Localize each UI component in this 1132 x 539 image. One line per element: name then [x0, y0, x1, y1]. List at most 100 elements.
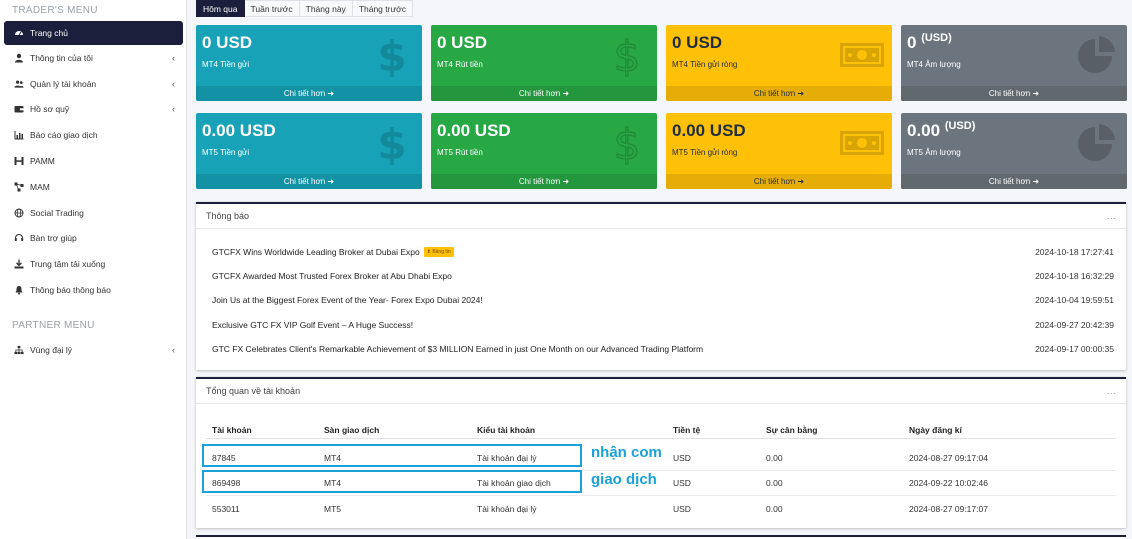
- sidebar-item-accounts[interactable]: Quản lý tài khoản ‹: [4, 71, 183, 97]
- highlight-box: [202, 470, 582, 493]
- card-mt5-net-deposit: 0.00 USD MT5 Tiền gửi ròng Chi tiết hơn …: [666, 113, 892, 189]
- panel-menu-button[interactable]: ...: [1107, 204, 1116, 229]
- notice-title-text: GTCFX Wins Worldwide Leading Broker at D…: [212, 246, 420, 257]
- sidebar-item-download-center[interactable]: Trung tâm tải xuống: [4, 251, 183, 277]
- notice-item[interactable]: Exclusive GTC FX VIP Golf Event – A Huge…: [212, 318, 1114, 332]
- sidebar-item-trade-report[interactable]: Báo cáo giao dịch: [4, 122, 183, 148]
- notice-date: 2024-10-04 19:59:51: [1035, 295, 1114, 305]
- sidebar-item-my-info[interactable]: Thông tin của tôi ‹: [4, 45, 183, 71]
- table-header: Tài khoản Sàn giao dịch Kiểu tài khoản T…: [206, 421, 1116, 439]
- sidebar-item-label: Thông tin của tôi: [30, 52, 93, 63]
- traders-menu: Trang chủ Thông tin của tôi ‹ Quản lý tà…: [4, 21, 183, 303]
- sidebar-item-label: Social Trading: [30, 207, 84, 218]
- sidebar-item-mam[interactable]: MAM: [4, 174, 183, 200]
- sidebar-item-social-trading[interactable]: Social Trading: [4, 200, 183, 226]
- sidebar-item-notifications[interactable]: Thông báo thông báo: [4, 277, 183, 303]
- partner-menu-title: PARTNER MENU: [12, 320, 95, 331]
- notice-title: GTC FX Celebrates Client's Remarkable Ac…: [212, 344, 704, 354]
- notice-title: GTCFX Awarded Most Trusted Forex Broker …: [212, 271, 452, 281]
- column-header[interactable]: Kiểu tài khoản: [477, 425, 673, 435]
- pie-chart-icon: [1078, 36, 1115, 73]
- arrow-circle-right-icon: ➜: [327, 89, 335, 98]
- card-mt4-withdraw: 0 USD MT4 Rút tiền $ Chi tiết hơn ➜: [431, 25, 657, 101]
- network-icon: [14, 182, 24, 192]
- more-info-link[interactable]: Chi tiết hơn ➜: [196, 86, 422, 101]
- card-value: 0.00 USD: [672, 121, 746, 140]
- cell-currency: USD: [673, 453, 691, 463]
- column-header[interactable]: Sàn giao dịch: [324, 425, 477, 435]
- bell-icon: [14, 285, 24, 295]
- more-info-label: Chi tiết hơn: [988, 89, 1031, 98]
- more-info-link[interactable]: Chi tiết hơn ➜: [431, 174, 657, 189]
- card-mt5-withdraw: 0.00 USD MT5 Rút tiền $ Chi tiết hơn ➜: [431, 113, 657, 189]
- more-info-link[interactable]: Chi tiết hơn ➜: [666, 174, 892, 189]
- panel-menu-button[interactable]: ...: [1107, 379, 1116, 404]
- card-label: MT4 Tiền gửi ròng: [672, 60, 738, 69]
- notice-item[interactable]: GTCFX Awarded Most Trusted Forex Broker …: [212, 269, 1114, 283]
- cell-balance: 0.00: [766, 478, 783, 488]
- notice-date: 2024-10-18 17:27:41: [1035, 247, 1114, 257]
- more-info-label: Chi tiết hơn: [518, 177, 561, 186]
- more-info-link[interactable]: Chi tiết hơn ➜: [666, 86, 892, 101]
- annotation-label: nhận com: [591, 444, 662, 461]
- column-header[interactable]: Tài khoản: [206, 425, 324, 435]
- more-info-label: Chi tiết hơn: [283, 177, 326, 186]
- cell-account: 553011: [212, 503, 240, 514]
- next-panel-edge: [196, 535, 1126, 539]
- card-value: 0.00 USD: [437, 121, 511, 140]
- card-value: 0.00 USD: [202, 121, 276, 140]
- arrow-circle-right-icon: ➜: [797, 89, 805, 98]
- dollar-icon: $: [613, 121, 641, 165]
- arrow-circle-right-icon: ➜: [1032, 177, 1040, 186]
- tab-last-month[interactable]: Tháng trước: [352, 0, 413, 17]
- card-mt4-net-deposit: 0 USD MT4 Tiền gửi ròng Chi tiết hơn ➜: [666, 25, 892, 101]
- more-info-label: Chi tiết hơn: [518, 89, 561, 98]
- card-label: MT5 Tiền gửi ròng: [672, 148, 738, 157]
- tab-last-week[interactable]: Tuần trước: [244, 0, 300, 17]
- panel-header: Thông báo ...: [196, 204, 1126, 229]
- cell-currency: USD: [673, 503, 691, 514]
- sidebar-item-fund-profile[interactable]: Hồ sơ quỹ ‹: [4, 97, 183, 123]
- tab-this-month[interactable]: Tháng này: [299, 0, 353, 17]
- chevron-left-icon: ‹: [172, 78, 175, 89]
- column-header[interactable]: Sự cân bằng: [766, 425, 909, 435]
- cell-currency: USD: [673, 478, 691, 488]
- notice-item[interactable]: Join Us at the Biggest Forex Event of th…: [212, 293, 1114, 307]
- column-header[interactable]: Tiền tệ: [673, 425, 766, 435]
- volume-unit: (USD): [944, 120, 976, 132]
- table-row[interactable]: 553011 MT5 Tài khoản đại lý USD 0.00 202…: [206, 496, 1116, 521]
- card-label: MT5 Âm lượng: [907, 148, 961, 157]
- money-bill-icon: [840, 131, 884, 155]
- more-info-link[interactable]: Chi tiết hơn ➜: [196, 174, 422, 189]
- user-icon: [14, 53, 24, 63]
- sidebar-item-home[interactable]: Trang chủ: [4, 21, 183, 45]
- card-mt4-deposit: 0 USD MT4 Tiền gửi $ Chi tiết hơn ➜: [196, 25, 422, 101]
- more-info-link[interactable]: Chi tiết hơn ➜: [901, 86, 1127, 101]
- volume-value: 0.00: [907, 121, 941, 140]
- dollar-icon: $: [377, 121, 406, 165]
- more-info-link[interactable]: Chi tiết hơn ➜: [431, 86, 657, 101]
- tab-yesterday[interactable]: Hôm qua: [196, 0, 245, 17]
- arrow-circle-right-icon: ➜: [797, 177, 805, 186]
- svg-text:$: $: [614, 33, 641, 77]
- svg-text:$: $: [377, 33, 406, 77]
- notices-panel: Thông báo ... GTCFX Wins Worldwide Leadi…: [196, 202, 1126, 370]
- more-info-label: Chi tiết hơn: [753, 177, 796, 186]
- sidebar-item-pamm[interactable]: PAMM: [4, 148, 183, 174]
- notice-item[interactable]: GTC FX Celebrates Client's Remarkable Ac…: [212, 342, 1114, 356]
- sidebar-item-label: Trung tâm tải xuống: [30, 259, 106, 270]
- column-header[interactable]: Ngày đăng kí: [909, 425, 1116, 435]
- dollar-icon: $: [613, 33, 641, 77]
- sidebar-item-helpdesk[interactable]: Bàn trợ giúp: [4, 226, 183, 252]
- card-label: MT4 Tiền gửi: [202, 60, 250, 69]
- highlight-box: [202, 444, 582, 467]
- globe-icon: [14, 208, 24, 218]
- sidebar-item-agent-area[interactable]: Vùng đại lý ‹: [4, 337, 183, 363]
- traders-menu-title: TRADER'S MENU: [12, 5, 98, 16]
- download-icon: [14, 259, 24, 269]
- annotation-label: giao dịch: [591, 471, 657, 488]
- sidebar-item-label: Hồ sơ quỹ: [30, 104, 70, 115]
- cell-balance: 0.00: [766, 453, 783, 463]
- more-info-link[interactable]: Chi tiết hơn ➜: [901, 174, 1127, 189]
- notice-item[interactable]: GTCFX Wins Worldwide Leading Broker at D…: [212, 245, 1114, 259]
